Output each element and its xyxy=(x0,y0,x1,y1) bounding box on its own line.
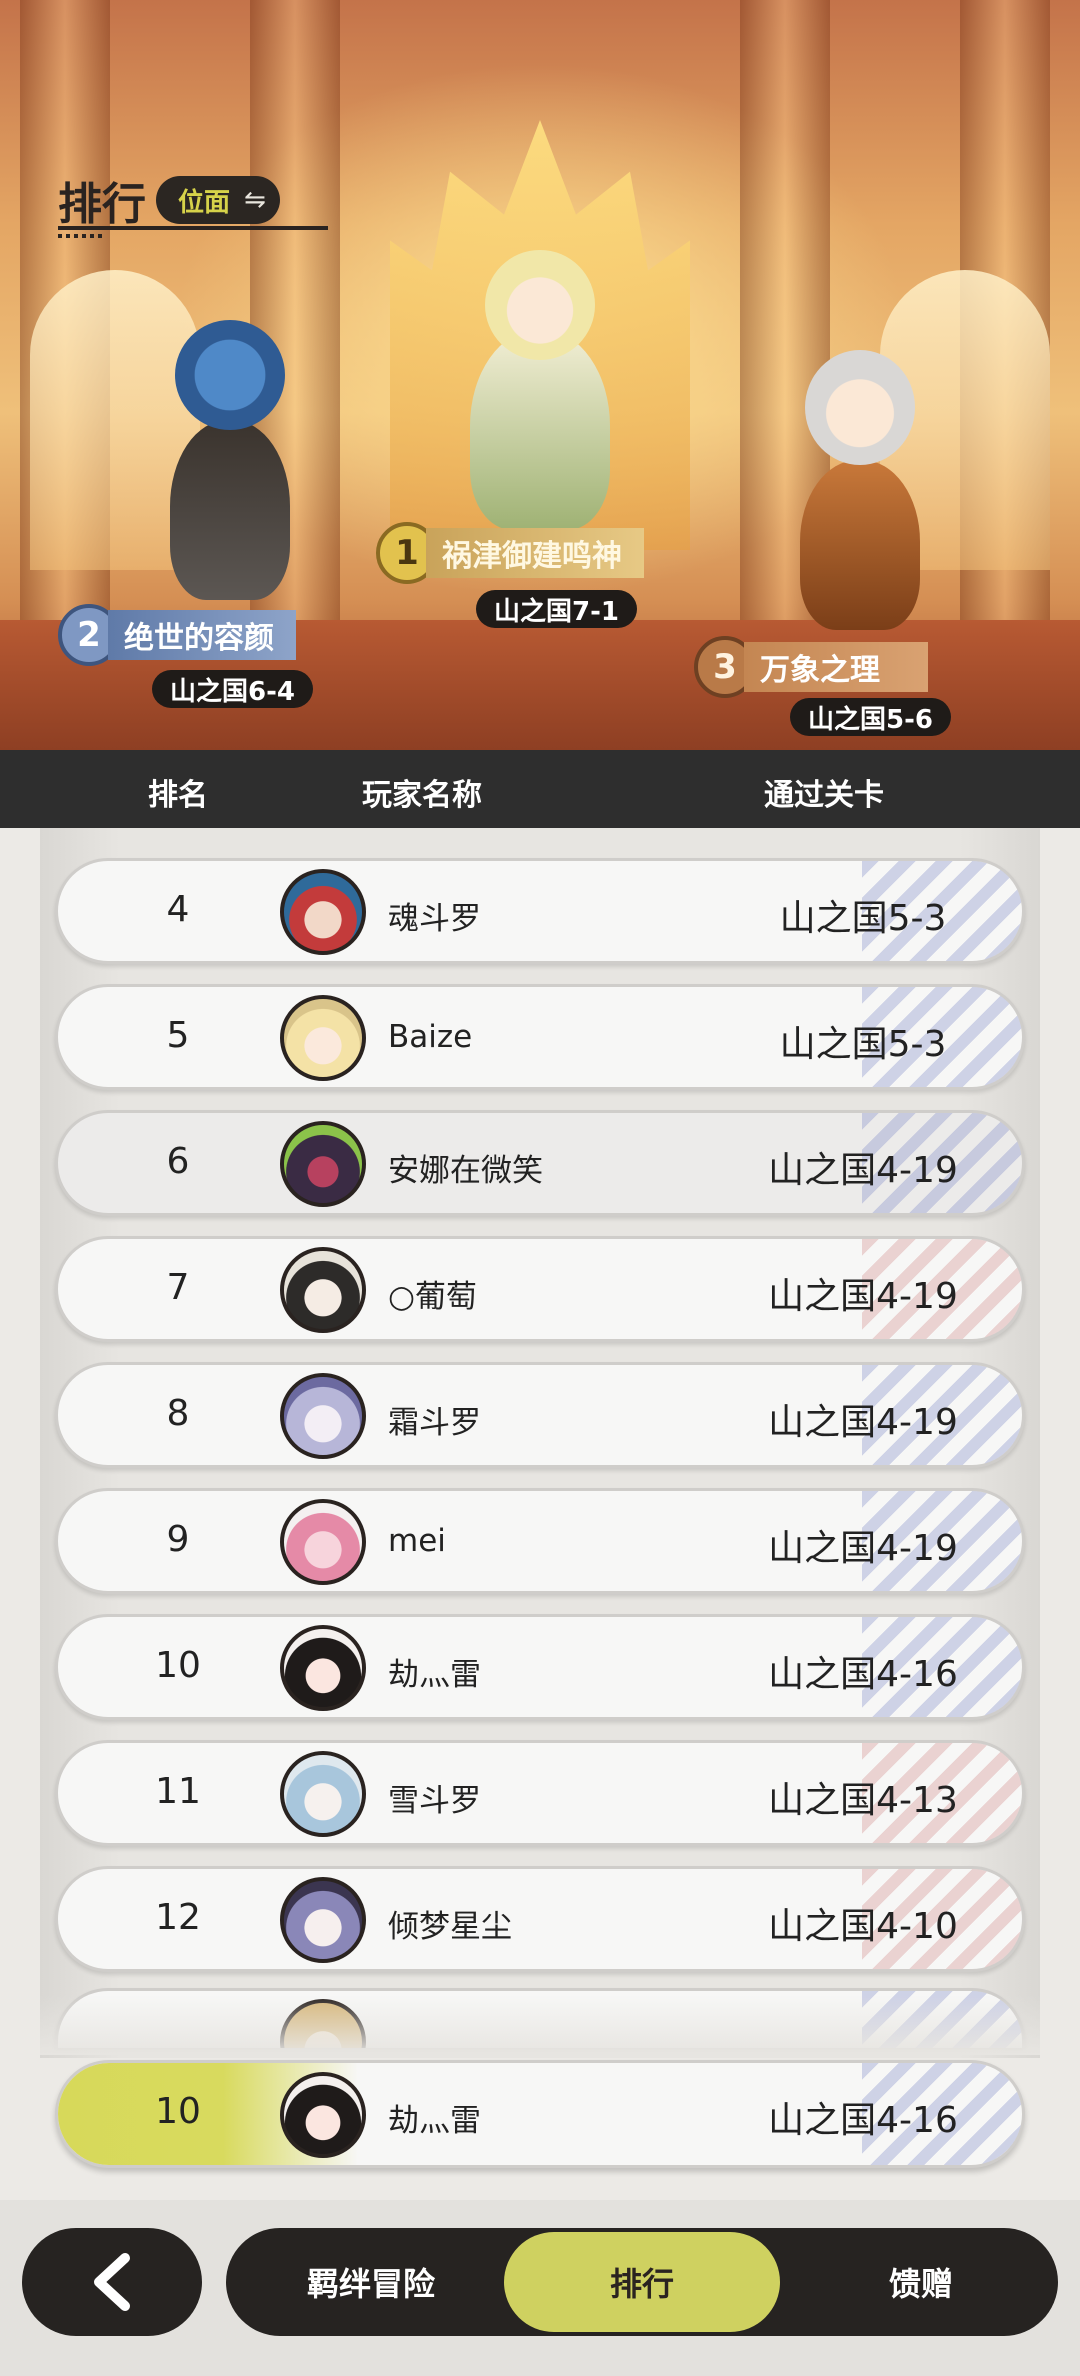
player-name: 魂斗罗 xyxy=(388,901,481,937)
podium-third-stage: 山之国5-6 xyxy=(790,698,951,736)
row-rank: 8 xyxy=(166,1393,190,1434)
list-fade xyxy=(40,1995,1040,2055)
page-title-group: 排行 位面 ⇋ xyxy=(58,168,280,232)
row-rank: 11 xyxy=(155,1771,201,1812)
ranking-row[interactable]: 10 劫灬雷 山之国4-16 xyxy=(55,1614,1025,1720)
podium-hero: 1 祸津御建鸣神 山之国7-1 2 绝世的容颜 山之国6-4 3 万象之理 山之… xyxy=(0,0,1080,750)
tab-gifts[interactable]: 馈赠 xyxy=(796,2228,1046,2336)
player-name: mei xyxy=(388,1523,446,1559)
row-rank: 4 xyxy=(166,889,190,930)
row-rank: 12 xyxy=(155,1897,201,1938)
character-body xyxy=(800,460,920,630)
player-avatar[interactable] xyxy=(280,1751,366,1837)
row-stage: 山之国4-10 xyxy=(768,1906,958,1947)
player-name: ○葡萄 xyxy=(388,1279,478,1315)
third-place-character[interactable] xyxy=(760,350,960,630)
row-stage: 山之国4-19 xyxy=(768,1402,958,1443)
player-avatar[interactable] xyxy=(280,995,366,1081)
player-avatar[interactable] xyxy=(280,1247,366,1333)
row-stage: 山之国4-19 xyxy=(768,1528,958,1569)
character-body xyxy=(170,420,290,600)
player-name: 霜斗罗 xyxy=(388,1405,481,1441)
character-head xyxy=(175,320,285,430)
ranking-row[interactable]: 4 魂斗罗 山之国5-3 xyxy=(55,858,1025,964)
player-name: 雪斗罗 xyxy=(388,1783,481,1819)
ranking-row[interactable]: 7 ○葡萄 山之国4-19 xyxy=(55,1236,1025,1342)
row-rank: 5 xyxy=(166,1015,190,1056)
character-head xyxy=(805,350,915,465)
player-name: 安娜在微笑 xyxy=(388,1153,543,1189)
row-stage: 山之国5-3 xyxy=(779,1024,947,1065)
row-rank: 6 xyxy=(166,1141,190,1182)
my-stage: 山之国4-16 xyxy=(768,2100,958,2141)
title-underline xyxy=(58,226,328,230)
row-rank: 10 xyxy=(155,1645,201,1686)
tab-adventure[interactable]: 羁绊冒险 xyxy=(246,2228,496,2336)
bottom-nav: 羁绊冒险 排行 馈赠 xyxy=(226,2228,1058,2336)
row-rank: 9 xyxy=(166,1519,190,1560)
podium-second-name: 绝世的容颜 xyxy=(108,610,296,660)
page-title: 排行 xyxy=(58,179,146,230)
mode-toggle-button[interactable]: 位面 ⇋ xyxy=(156,176,280,224)
podium-second-stage: 山之国6-4 xyxy=(152,670,313,708)
row-stage: 山之国4-19 xyxy=(768,1150,958,1191)
player-name: Baize xyxy=(388,1019,473,1055)
player-avatar[interactable] xyxy=(280,869,366,955)
podium-first-stage: 山之国7-1 xyxy=(476,590,637,628)
podium-third-label: 3 万象之理 xyxy=(694,636,928,698)
second-place-character[interactable] xyxy=(140,310,320,600)
podium-first-label: 1 祸津御建鸣神 xyxy=(376,522,644,584)
my-avatar[interactable] xyxy=(280,2072,366,2158)
podium-first-name: 祸津御建鸣神 xyxy=(426,528,644,578)
ranking-table-header: 排名 玩家名称 通过关卡 xyxy=(0,750,1080,828)
title-dots xyxy=(58,234,106,238)
row-stage: 山之国4-16 xyxy=(768,1654,958,1695)
my-rank: 10 xyxy=(155,2091,201,2132)
ranking-row[interactable]: 5 Baize 山之国5-3 xyxy=(55,984,1025,1090)
character-head xyxy=(485,250,595,360)
player-avatar[interactable] xyxy=(280,1877,366,1963)
back-button[interactable] xyxy=(22,2228,202,2336)
mode-label: 位面 xyxy=(178,187,231,218)
my-name: 劫灬雷 xyxy=(388,2103,481,2139)
podium-second-label: 2 绝世的容颜 xyxy=(58,604,296,666)
ranking-row[interactable]: 6 安娜在微笑 山之国4-19 xyxy=(55,1110,1025,1216)
row-stage: 山之国4-13 xyxy=(768,1780,958,1821)
column-player: 玩家名称 xyxy=(362,778,482,813)
player-name: 倾梦星尘 xyxy=(388,1909,512,1945)
character-body xyxy=(470,330,610,530)
ranking-row[interactable]: 9 mei 山之国4-19 xyxy=(55,1488,1025,1594)
column-stage: 通过关卡 xyxy=(764,778,884,813)
my-ranking-row[interactable]: 10 劫灬雷 山之国4-16 xyxy=(55,2060,1025,2168)
podium-third-name: 万象之理 xyxy=(744,642,928,692)
player-name: 劫灬雷 xyxy=(388,1657,481,1693)
player-avatar[interactable] xyxy=(280,1121,366,1207)
ranking-row[interactable]: 11 雪斗罗 山之国4-13 xyxy=(55,1740,1025,1846)
player-avatar[interactable] xyxy=(280,1499,366,1585)
chevron-left-icon xyxy=(94,2253,130,2311)
swap-icon: ⇋ xyxy=(244,185,266,215)
first-place-character[interactable] xyxy=(430,250,650,540)
tab-ranking[interactable]: 排行 xyxy=(504,2232,780,2332)
row-stage: 山之国4-19 xyxy=(768,1276,958,1317)
player-avatar[interactable] xyxy=(280,1625,366,1711)
row-rank: 7 xyxy=(166,1267,190,1308)
column-rank: 排名 xyxy=(148,778,208,813)
ranking-row[interactable]: 8 霜斗罗 山之国4-19 xyxy=(55,1362,1025,1468)
ranking-row[interactable]: 12 倾梦星尘 山之国4-10 xyxy=(55,1866,1025,1972)
player-avatar[interactable] xyxy=(280,1373,366,1459)
row-stage: 山之国5-3 xyxy=(779,898,947,939)
